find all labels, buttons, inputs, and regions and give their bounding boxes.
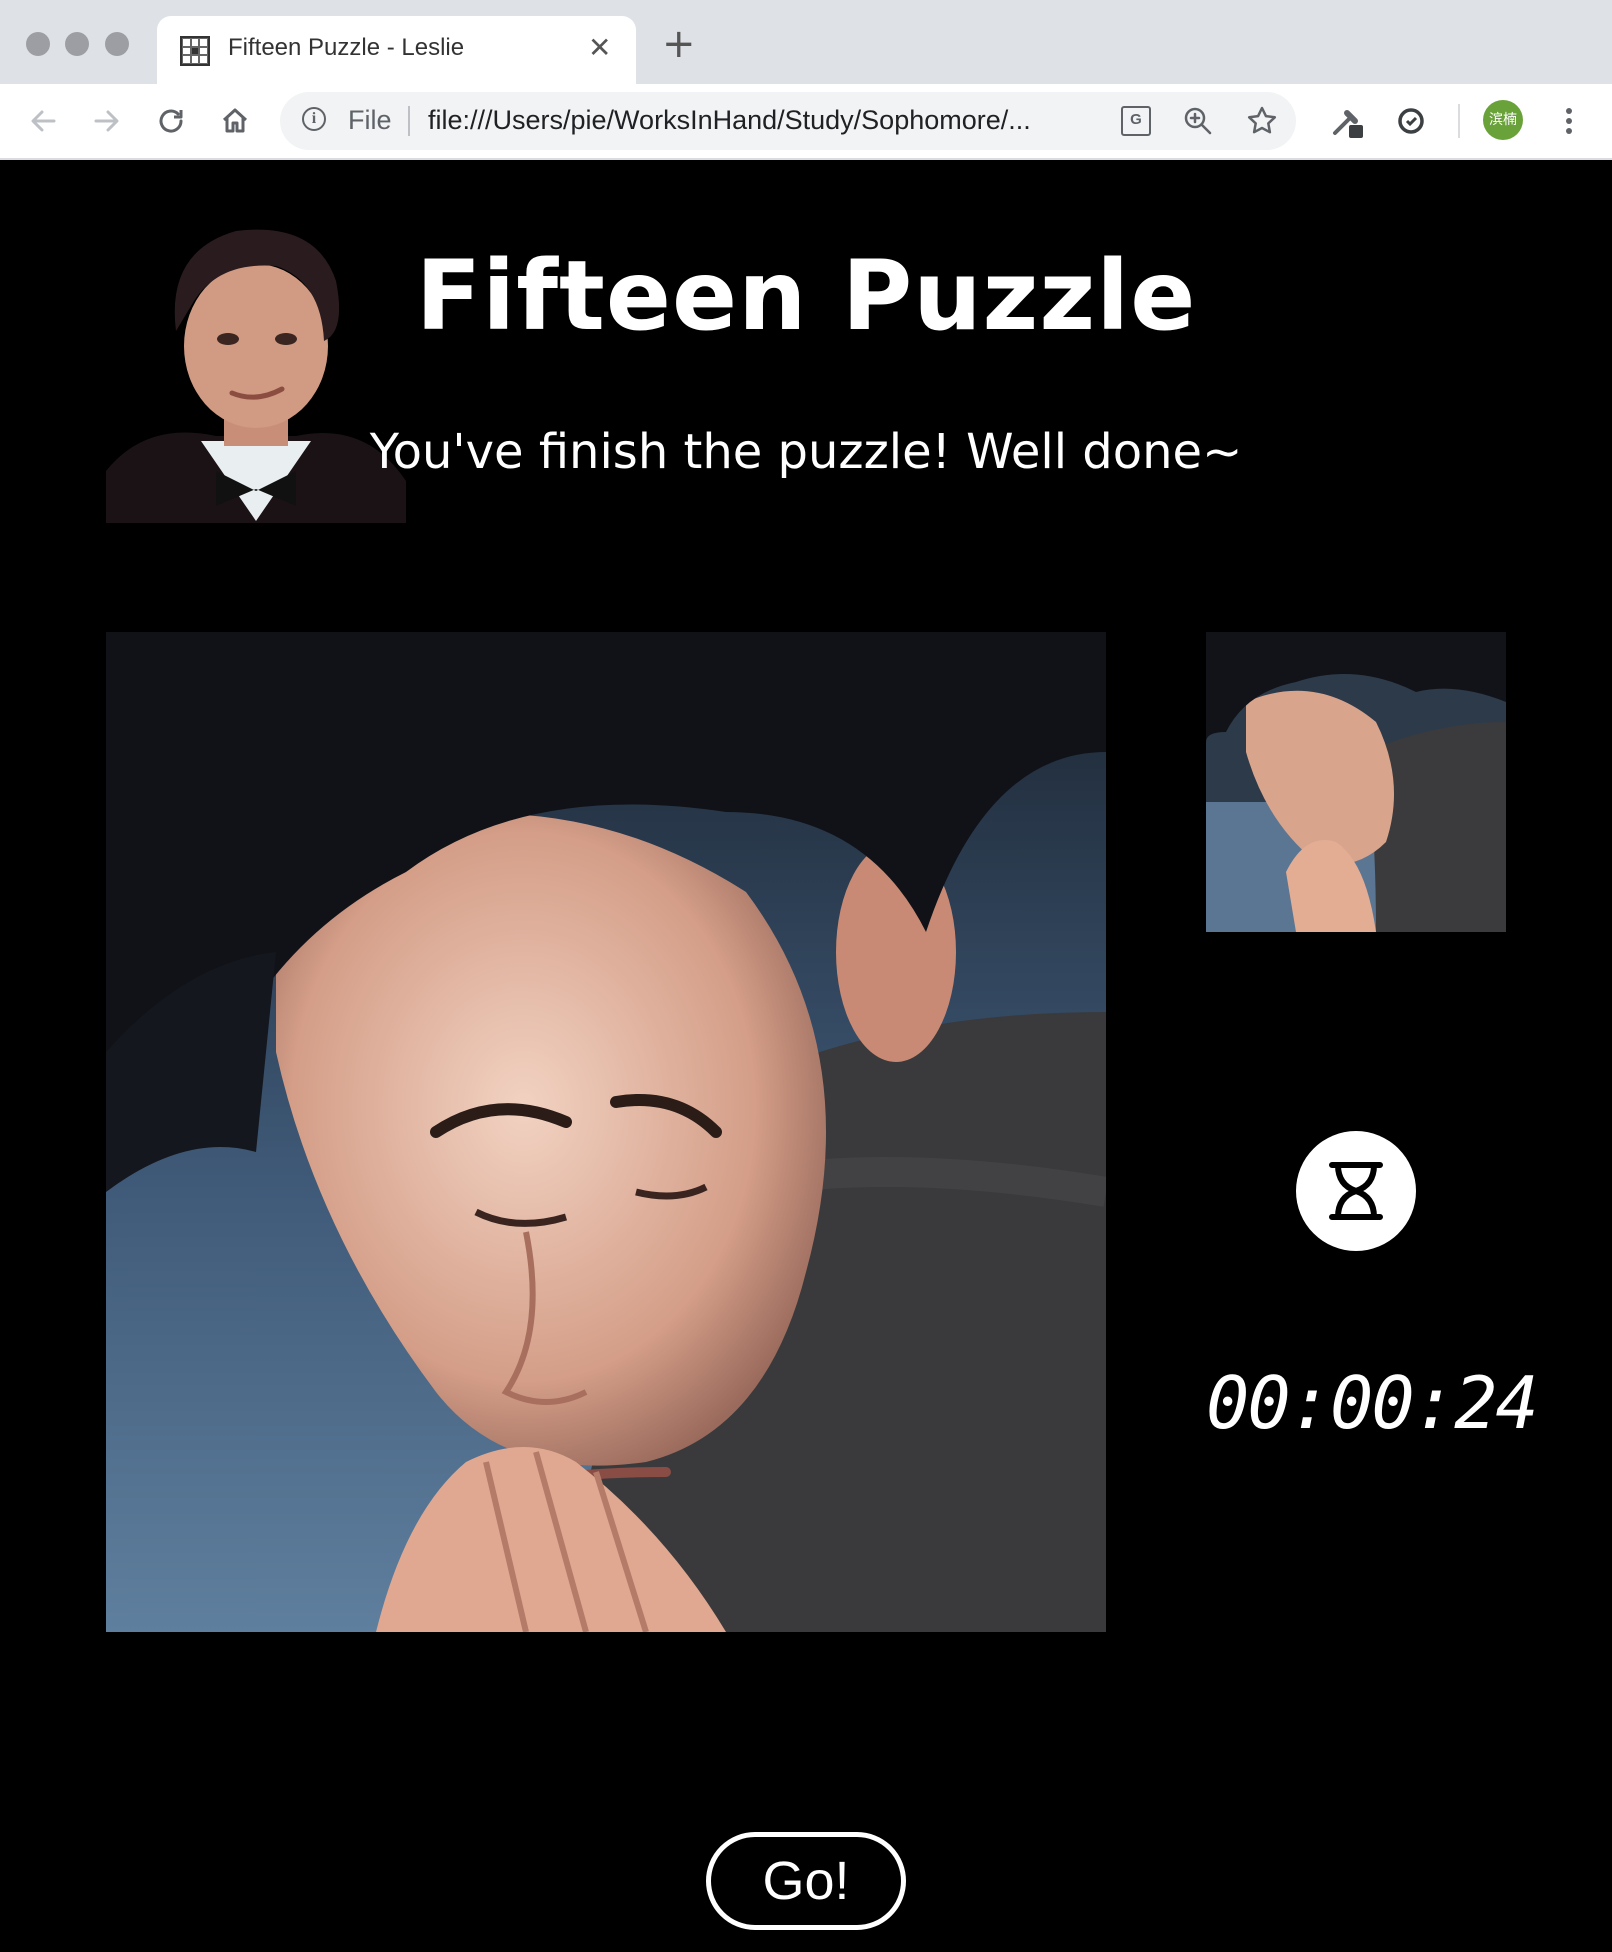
grid-puzzle-icon [180, 36, 210, 66]
toolbar-divider [1458, 104, 1460, 138]
zoom-in-icon[interactable] [1178, 101, 1218, 141]
preview-image [1206, 632, 1506, 932]
window-close-dot[interactable] [26, 32, 50, 56]
reload-icon[interactable] [148, 98, 194, 144]
eyedropper-extension-icon[interactable] [1324, 98, 1370, 144]
window-minimize-dot[interactable] [65, 32, 89, 56]
back-arrow-icon[interactable] [20, 98, 66, 144]
menu-dots-icon[interactable] [1546, 98, 1592, 144]
address-bar[interactable]: i File file:///Users/pie/WorksInHand/Stu… [280, 92, 1296, 150]
page-title: Fifteen Puzzle [415, 240, 1197, 352]
puzzle-board[interactable] [106, 632, 1106, 1632]
timer-display: 00:00:24 [1206, 1361, 1539, 1445]
close-icon[interactable]: ✕ [588, 30, 611, 66]
profile-avatar[interactable]: 滨楠 [1483, 100, 1523, 140]
status-message: You've finish the puzzle! Well done~ [369, 424, 1243, 480]
go-button[interactable]: Go! [706, 1832, 906, 1930]
forward-arrow-icon[interactable] [84, 98, 130, 144]
browser-tab[interactable]: Fifteen Puzzle - Leslie ✕ [157, 16, 636, 84]
bookmark-star-icon[interactable] [1242, 101, 1282, 141]
translate-icon[interactable]: G [1116, 101, 1156, 141]
info-icon[interactable]: i [302, 107, 326, 131]
hourglass-icon [1296, 1131, 1416, 1251]
browser-tab-strip: Fifteen Puzzle - Leslie ✕ + [0, 0, 1612, 84]
tab-title: Fifteen Puzzle - Leslie [228, 34, 465, 61]
scheme-label: File [348, 105, 392, 135]
plus-icon[interactable]: + [662, 24, 696, 64]
home-icon[interactable] [212, 98, 258, 144]
window-zoom-dot[interactable] [105, 32, 129, 56]
url-text[interactable]: file:///Users/pie/WorksInHand/Study/Soph… [428, 105, 1031, 136]
address-divider [408, 106, 410, 136]
sync-extension-icon[interactable] [1388, 98, 1434, 144]
browser-toolbar: i File file:///Users/pie/WorksInHand/Stu… [0, 84, 1612, 160]
